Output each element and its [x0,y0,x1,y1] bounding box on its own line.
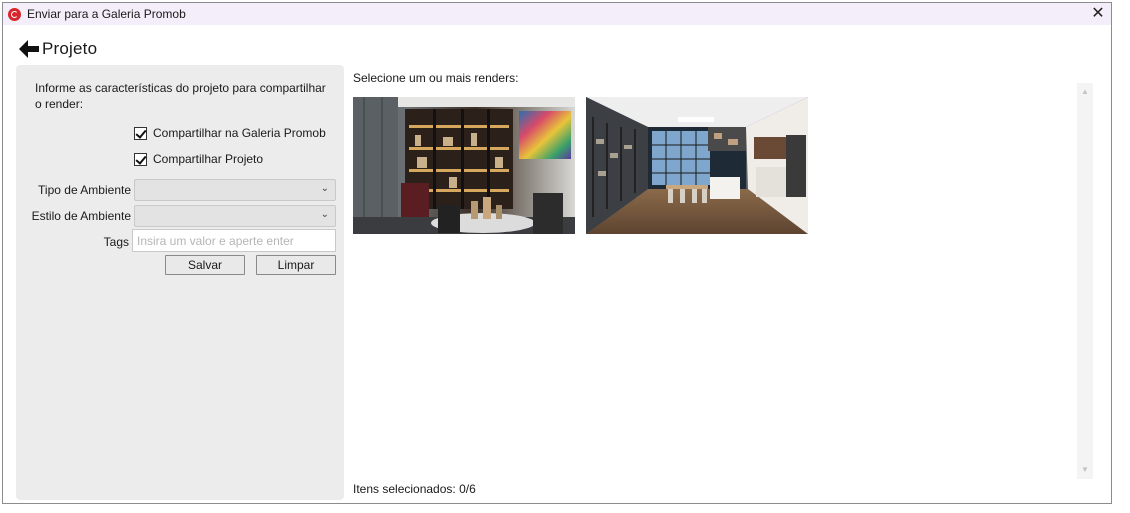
share-gallery-label: Compartilhar na Galeria Promob [153,126,326,140]
share-gallery-checkbox[interactable] [134,126,147,140]
close-button[interactable]: ✕ [1085,3,1111,25]
renders-gallery [353,97,808,234]
render-living-shelves[interactable] [353,97,575,234]
share-gallery-checkbox-row[interactable]: Compartilhar na Galeria Promob [134,125,326,141]
share-project-checkbox-row[interactable]: Compartilhar Projeto [134,151,263,167]
vertical-scrollbar[interactable]: ▲ ▼ [1077,83,1093,479]
selected-items-counter: Itens selecionados: 0/6 [353,482,476,496]
save-button[interactable]: Salvar [165,255,245,275]
estilo-ambiente-label: Estilo de Ambiente [31,209,131,223]
dialog-window: Enviar para a Galeria Promob ✕ Projeto I… [2,2,1112,504]
title-bar: Enviar para a Galeria Promob ✕ [3,3,1111,25]
chevron-down-icon: ⌄ [320,209,329,220]
page-title: Projeto [42,39,98,58]
render-kitchen-dining[interactable] [586,97,808,234]
arrow-left-icon[interactable] [17,38,41,60]
window-title: Enviar para a Galeria Promob [27,7,186,21]
tipo-ambiente-select[interactable]: ⌄ [134,179,336,201]
scroll-down-icon[interactable]: ▼ [1077,463,1093,477]
estilo-ambiente-select[interactable]: ⌄ [134,205,336,227]
tags-label: Tags [103,235,129,249]
tags-input[interactable] [132,229,336,252]
share-project-label: Compartilhar Projeto [153,152,264,166]
clear-button[interactable]: Limpar [256,255,336,275]
tipo-ambiente-label: Tipo de Ambiente [38,183,131,197]
scroll-up-icon[interactable]: ▲ [1077,85,1093,99]
promob-logo-icon [8,7,21,21]
share-project-checkbox[interactable] [134,152,147,166]
instruction-text: Informe as características do projeto pa… [35,81,326,111]
renders-label: Selecione um ou mais renders: [353,71,519,85]
page-header: Projeto [17,37,97,61]
project-form-panel: Informe as características do projeto pa… [16,65,344,500]
chevron-down-icon: ⌄ [320,183,329,194]
